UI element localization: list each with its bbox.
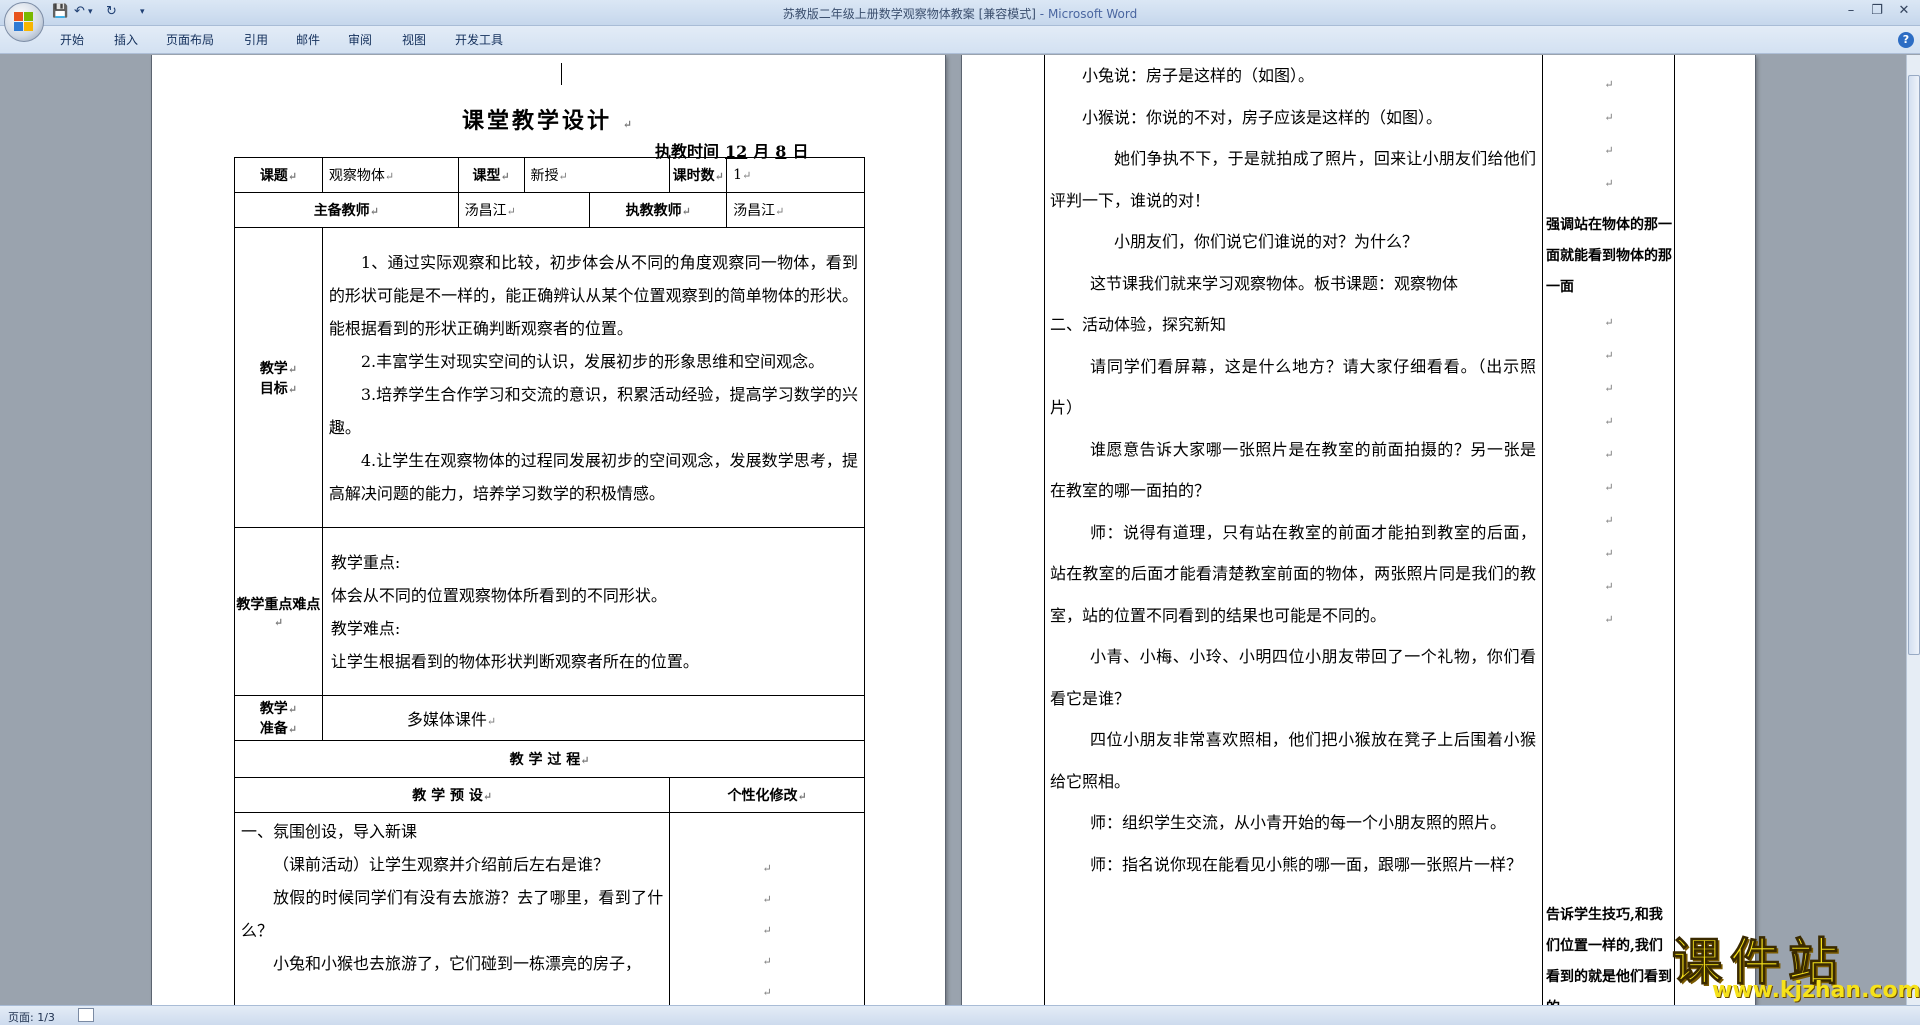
app-name: - Microsoft Word [1039,7,1138,21]
prep-label: 教学↵ 准备↵ [234,695,323,741]
paragraph-marks: ↵ ↵ ↵ ↵ ↵ ↵ ↵ ↵ ↵ ↵ [1604,316,1614,626]
section2-title: 二、活动体验，探究新知 [1050,315,1227,334]
vertical-scrollbar[interactable] [1906,55,1920,1005]
body-para: 小猴说：你说的不对，房子应该是这样的（如图）。 [1082,107,1443,127]
side-note: 强调站在物体的那一面就能看到物体的那一面 [1546,217,1672,295]
section1-para: （课前活动）让学生观察并介绍前后左右是谁？ [273,855,610,874]
body-para: 小朋友们，你们说它们谁说的对？为什么？ [1114,232,1419,251]
table-border [1542,55,1543,1005]
objective-item: 4.让学生在观察物体的过程同发展初步的空间观念，发展数学思考，提高解决问题的能力… [328,450,858,503]
hours-label: 课时数↵ [669,157,728,193]
lead-teacher-value[interactable]: 汤昌江↵ [457,192,591,228]
section1-title: 一、氛围创设，导入新课 [241,822,418,841]
design-label: 教 学 预 设↵ [233,777,671,813]
body-para: 这节课我们就来学习观察物体。板书课题：观察物体 [1090,273,1459,293]
personal-label: 个性化修改↵ [669,777,865,813]
page-1[interactable]: 课堂教学设计 ↵ 执教时间 12 月 8 日 课题↵ 观察物体↵ 课型↵ 新授↵ 课时数… [152,55,945,1005]
body-para: 请同学们看屏幕，这是什么地方？请大家仔细看看。（出示照片） [1050,356,1536,418]
key-cell[interactable]: 教学重点: 体会从不同的位置观察物体所看到的不同形状。 教学难点: 让学生根据看… [321,527,866,696]
tab-page-layout[interactable]: 页面布局 [166,31,214,48]
side-note: 告诉学生技巧,和我们位置一样的,我们看到的就是他们看到的 [1546,907,1672,1005]
objectives-cell[interactable]: 1、通过实际观察和比较，初步体会从不同的角度观察同一物体，看到的形状可能是不一样… [321,227,866,528]
exec-teacher-value[interactable]: 汤昌江↵ [726,192,865,228]
title-bar: 💾 ↶ ▾ ↻ ▾ 苏教版二年级上册数学观察物体教案 [兼容模式] - Micr… [0,0,1920,42]
key-point-title: 教学重点: [330,552,401,572]
body-para: 她们争执不下，于是就拍成了照片，回来让小朋友们给他们评判一下，谁说的对！ [1050,149,1536,210]
body-para: 小兔说：房子是这样的（如图）。 [1082,66,1315,85]
lesson-table: 课题↵ 观察物体↵ 课型↵ 新授↵ 课时数↵ 1↵ 主备教师↵ 汤昌江↵ 执教教… [233,157,866,1005]
type-value[interactable]: 新授↵ [523,157,671,193]
window-title: 苏教版二年级上册数学观察物体教案 [兼容模式] - Microsoft Word [0,5,1920,22]
tab-references[interactable]: 引用 [244,31,268,48]
page-2[interactable]: 小兔说：房子是这样的（如图）。 小猴说：你说的不对，房子应该是这样的（如图）。 … [962,55,1755,1005]
document-name: 苏教版二年级上册数学观察物体教案 [兼容模式] [782,7,1036,21]
tab-mailings[interactable]: 邮件 [296,31,320,48]
tab-home[interactable]: 开始 [60,31,84,48]
page-count[interactable]: 页面: 1/3 [8,1009,55,1025]
office-button[interactable] [4,2,44,42]
objective-item: 2.丰富学生对现实空间的认识，发展初步的形象思维和空间观念。 [360,351,825,371]
hours-value[interactable]: 1↵ [726,157,865,193]
tab-developer[interactable]: 开发工具 [455,31,503,48]
topic-value[interactable]: 观察物体↵ [321,157,459,193]
tab-review[interactable]: 审阅 [348,31,372,48]
ribbon-tabs: 开始 插入 页面布局 引用 邮件 审阅 视图 开发工具 ? [0,26,1920,54]
proofing-icon[interactable] [78,1008,94,1022]
topic-label: 课题↵ [234,157,323,193]
type-label: 课型↵ [457,157,525,193]
body-para: 师：说得有道理，只有站在教室的前面才能拍到教室的后面，站在教室的后面才能看清楚教… [1050,522,1536,625]
prep-value[interactable]: 多媒体课件↵ [321,695,866,741]
objective-item: 1、通过实际观察和比较，初步体会从不同的角度观察同一物体，看到的形状可能是不一样… [328,252,858,338]
exec-teacher-label: 执教教师↵ [589,192,728,228]
section1-para: 放假的时候同学们有没有去旅游？去了哪里，看到了什么？ [241,888,664,940]
restore-icon[interactable]: ❐ [1866,2,1888,20]
difficulty: 让学生根据看到的物体形状判断观察者所在的位置。 [330,651,699,671]
watermark-url: www.kjzhan.com [1712,978,1920,1003]
process-label: 教 学 过 程↵ [234,740,865,778]
body-para: 小青、小梅、小玲、小明四位小朋友带回了一个礼物，你们看看它是谁？ [1050,647,1536,708]
lead-teacher-label: 主备教师↵ [234,192,459,228]
key-point: 体会从不同的位置观察物体所看到的不同形状。 [330,585,667,605]
personal-cell[interactable]: ↵ ↵ ↵ ↵ ↵ [669,812,865,1005]
paragraph-marks: ↵ ↵ ↵ ↵ [1604,78,1614,190]
site-watermark: 课件站 www.kjzhan.com [1672,922,1920,1004]
body-para: 师：组织学生交流，从小青开始的每一个小朋友照的照片。 [1090,813,1507,832]
objective-item: 3.培养学生合作学习和交流的意识，积累活动经验，提高学习数学的兴趣。 [328,384,858,437]
minimize-icon[interactable]: – [1840,2,1862,20]
text-cursor [561,63,562,85]
status-bar: 页面: 1/3 [0,1005,1920,1025]
document-workspace: 课堂教学设计 ↵ 执教时间 12 月 8 日 课题↵ 观察物体↵ 课型↵ 新授↵ 课时数… [0,55,1906,1005]
office-logo-icon [14,12,34,32]
tab-view[interactable]: 视图 [402,31,426,48]
body-para: 师：指名说你现在能看见小熊的哪一面，跟哪一张照片一样？ [1090,854,1523,874]
difficulty-title: 教学难点: [330,618,401,638]
body-para: 四位小朋友非常喜欢照相，他们把小猴放在凳子上后围着小猴给它照相。 [1050,730,1536,791]
help-icon[interactable]: ? [1898,32,1914,48]
section1-para: 小兔和小猴也去旅游了，它们碰到一栋漂亮的房子， [273,954,642,973]
key-label: 教学重点难点↵ [234,527,323,696]
tab-insert[interactable]: 插入 [114,31,138,48]
document-title: 课堂教学设计 ↵ [462,108,635,134]
design-continued[interactable]: 小兔说：房子是这样的（如图）。 小猴说：你说的不对，房子应该是这样的（如图）。 … [1050,55,1536,885]
close-icon[interactable]: ✕ [1893,2,1915,20]
scrollbar-thumb[interactable] [1908,75,1920,655]
table-border [1674,55,1675,1005]
body-para: 谁愿意告诉大家哪一张照片是在教室的前面拍摄的？另一张是在教室的哪一面拍的？ [1050,439,1536,501]
objectives-label: 教学↵ 目标↵ [234,227,323,528]
table-border [1044,55,1045,1005]
design-cell[interactable]: 一、氛围创设，导入新课 （课前活动）让学生观察并介绍前后左右是谁？ 放假的时候同… [233,812,671,1005]
